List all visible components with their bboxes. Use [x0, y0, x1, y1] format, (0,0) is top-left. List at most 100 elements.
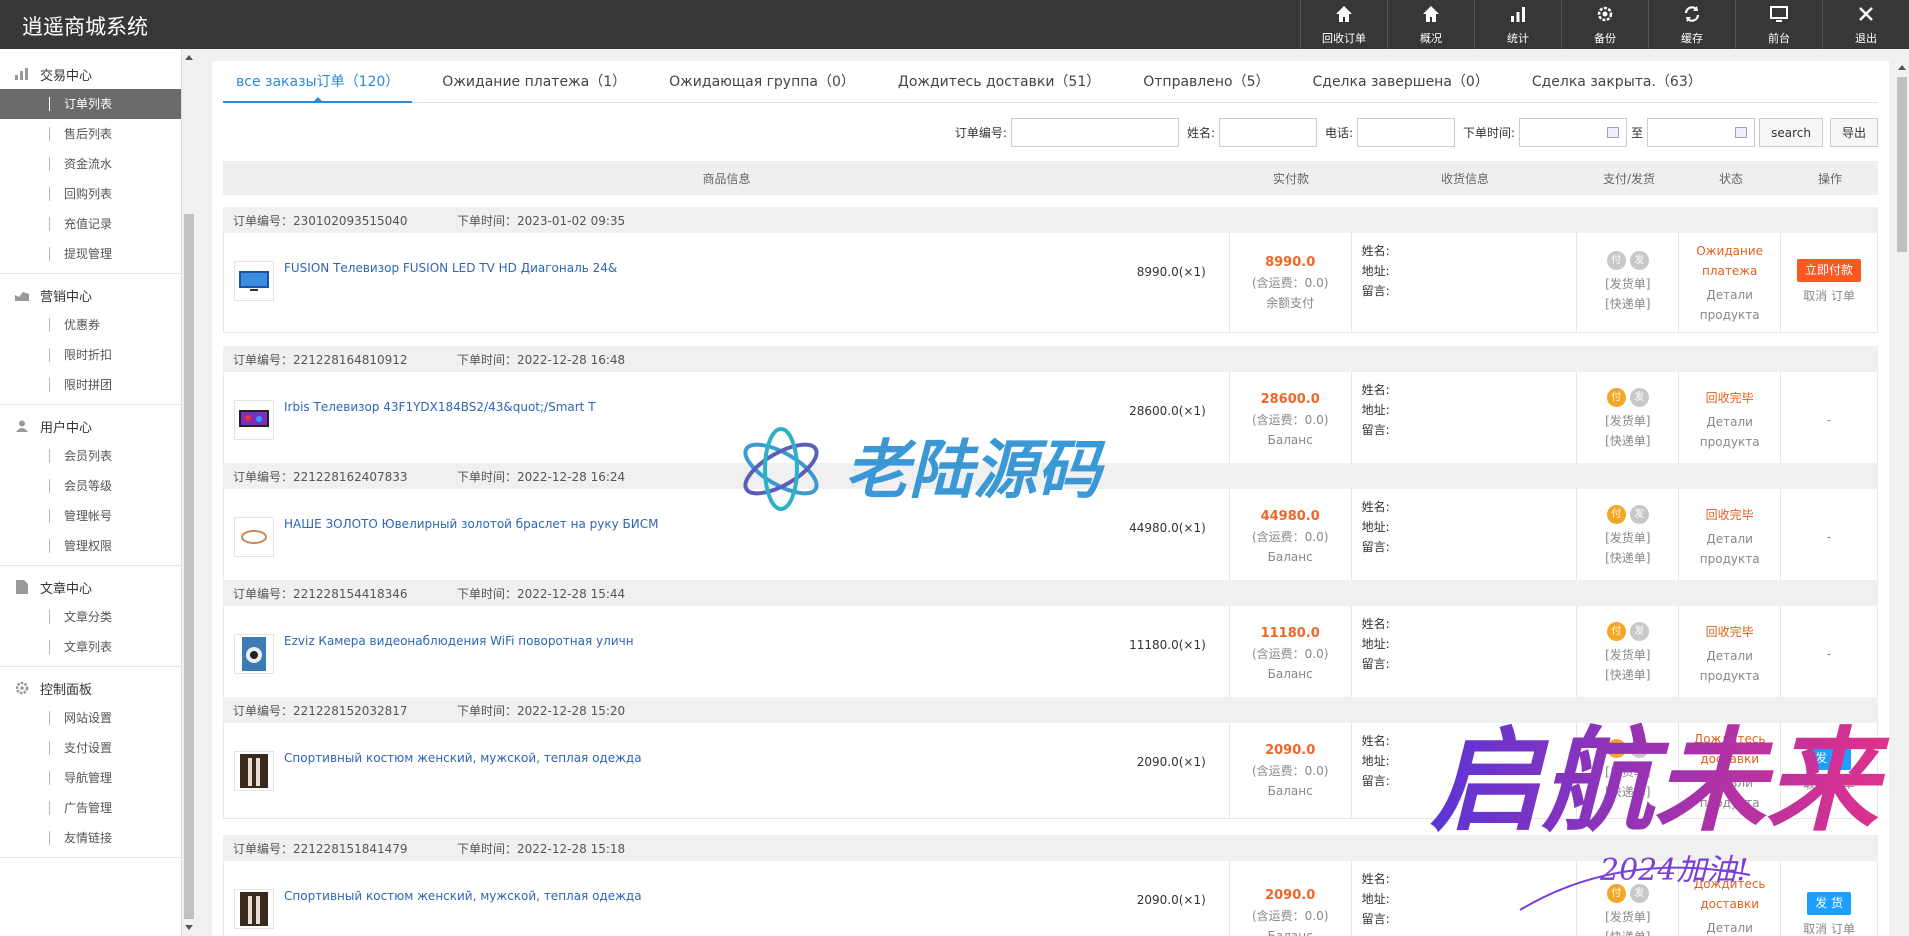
- product-thumbnail[interactable]: [234, 889, 274, 929]
- product-name-link[interactable]: Спортивный костюм женский, мужской, тепл…: [284, 751, 642, 765]
- status-cell: 回收完毕 Детали продукта: [1679, 372, 1782, 467]
- sidebar-item[interactable]: 会员列表: [0, 441, 181, 471]
- topnav-item-4[interactable]: 缓存: [1648, 0, 1735, 49]
- sidebar-item[interactable]: 资金流水: [0, 149, 181, 179]
- sidebar-group-header[interactable]: 交易中心: [0, 59, 181, 89]
- calendar-icon[interactable]: [1735, 127, 1748, 138]
- tab-0[interactable]: все заказы订单（120）: [223, 61, 413, 103]
- order-no-label: 订单编号:: [954, 126, 1007, 140]
- express-bill-link[interactable]: [快递单]: [1605, 431, 1650, 451]
- product-thumbnail[interactable]: [234, 751, 274, 791]
- tab-2[interactable]: Ожидающая группа（0）: [656, 61, 868, 103]
- product-price-qty: 2090.0(×1): [1136, 893, 1206, 907]
- phone-input[interactable]: [1357, 118, 1456, 147]
- app-title: 逍遥商城系统: [22, 15, 148, 39]
- sidebar-group-header[interactable]: 用户中心: [0, 411, 181, 441]
- sidebar-item[interactable]: 文章分类: [0, 602, 181, 632]
- sidebar-group-header[interactable]: 控制面板: [0, 673, 181, 703]
- product-thumbnail[interactable]: [234, 400, 274, 440]
- sidebar-scroll-thumb[interactable]: [184, 214, 194, 919]
- sidebar-item[interactable]: 订单列表: [0, 89, 181, 119]
- sidebar-group-title: 文章中心: [40, 581, 93, 597]
- product-thumbnail[interactable]: [234, 517, 274, 557]
- product-name-link[interactable]: Ezviz Камера видеонаблюдения WiFi поворо…: [284, 634, 634, 648]
- tab-1[interactable]: Ожидание платежа（1）: [429, 61, 639, 103]
- sidebar-item[interactable]: 会员等级: [0, 471, 181, 501]
- main-scroll-thumb[interactable]: [1897, 77, 1907, 252]
- export-button[interactable]: 导出: [1829, 118, 1878, 147]
- sidebar-group-header[interactable]: 文章中心: [0, 572, 181, 602]
- sidebar-item[interactable]: 网站设置: [0, 703, 181, 733]
- tab-3[interactable]: Дождитесь доставки（51）: [885, 61, 1113, 103]
- ship-bill-link[interactable]: [发货单]: [1605, 645, 1650, 665]
- ship-bill-link[interactable]: [发货单]: [1605, 411, 1650, 431]
- tab-6[interactable]: Сделка закрыта.（63）: [1519, 61, 1715, 103]
- search-button[interactable]: search: [1759, 118, 1823, 147]
- topnav-item-5[interactable]: 前台: [1735, 0, 1822, 49]
- receiver-cell: 姓名: 地址: 留言:: [1352, 233, 1578, 332]
- sidebar-item[interactable]: 支付设置: [0, 733, 181, 763]
- pay-now-button[interactable]: 立即付款: [1797, 259, 1862, 282]
- tab-4[interactable]: Отправлено（5）: [1130, 61, 1282, 103]
- topnav-item-6[interactable]: 退出: [1822, 0, 1909, 49]
- ship-bill-link[interactable]: [发货单]: [1605, 528, 1650, 548]
- ship-bill-link[interactable]: [发货单]: [1605, 274, 1650, 294]
- product-name-link[interactable]: Irbis Телевизор 43F1YDX184BS2/43&quot;/S…: [284, 400, 596, 414]
- product-detail-link[interactable]: Детали продукта: [1695, 529, 1765, 569]
- document-icon: [14, 580, 30, 594]
- topnav-item-2[interactable]: 统计: [1474, 0, 1561, 49]
- sidebar-item[interactable]: 提现管理: [0, 239, 181, 269]
- main-scrollbar[interactable]: [1895, 61, 1909, 936]
- product-name-link[interactable]: Спортивный костюм женский, мужской, тепл…: [284, 889, 642, 903]
- sidebar-item[interactable]: 优惠券: [0, 310, 181, 340]
- sidebar-item[interactable]: 文章列表: [0, 632, 181, 662]
- product-detail-link[interactable]: Детали продукта: [1695, 412, 1765, 452]
- sidebar-group-header[interactable]: 营销中心: [0, 280, 181, 310]
- calendar-icon[interactable]: [1607, 127, 1620, 138]
- sidebar-item[interactable]: 管理帐号: [0, 501, 181, 531]
- express-bill-link[interactable]: [快递单]: [1605, 294, 1650, 314]
- topnav-label: 退出: [1855, 31, 1877, 45]
- scroll-up-arrow-icon[interactable]: [1898, 65, 1906, 70]
- sidebar-item[interactable]: 充值记录: [0, 209, 181, 239]
- freight-note: (含运费：0.0): [1251, 908, 1329, 923]
- status-cell: Ожидание платежа Детали продукта: [1679, 233, 1782, 332]
- product-thumbnail[interactable]: [234, 261, 274, 301]
- topnav-item-3[interactable]: 备份: [1561, 0, 1648, 49]
- sidebar-item[interactable]: 限时折扣: [0, 340, 181, 370]
- express-bill-link[interactable]: [快递单]: [1605, 927, 1650, 936]
- sidebar-item[interactable]: 回购列表: [0, 179, 181, 209]
- sidebar-group-title: 用户中心: [40, 420, 93, 436]
- topnav-item-0[interactable]: 回收订单: [1300, 0, 1387, 49]
- sidebar-group: 营销中心 优惠券 限时折扣 限时拼团: [0, 280, 181, 405]
- product-thumbnail[interactable]: [234, 634, 274, 674]
- express-bill-link[interactable]: [快递单]: [1605, 548, 1650, 568]
- product-detail-link[interactable]: Детали продукта: [1695, 285, 1765, 325]
- top-bar: 逍遥商城系统 回收订单 概况 统计 备份 缓存 前台 退出: [0, 0, 1909, 49]
- sidebar-item[interactable]: 售后列表: [0, 119, 181, 149]
- sidebar-item[interactable]: 管理权限: [0, 531, 181, 561]
- paid-badge: 付: [1606, 251, 1626, 270]
- receiver-address: 地址:: [1361, 637, 1390, 651]
- order-no-input[interactable]: [1010, 118, 1179, 147]
- cancel-order-link[interactable]: 取消 订单: [1803, 286, 1855, 306]
- scroll-down-arrow-icon[interactable]: [185, 925, 193, 930]
- name-input[interactable]: [1219, 118, 1317, 147]
- shipped-badge: 发: [1629, 505, 1649, 524]
- order-number: 订单编号：230102093515040: [233, 213, 408, 228]
- filter-bar: 订单编号: 姓名: 电话: 下单时间: 至 search 导出: [955, 118, 1878, 147]
- divider: [0, 565, 181, 566]
- sidebar-item[interactable]: 限时拼团: [0, 370, 181, 400]
- sidebar-scrollbar[interactable]: [182, 49, 196, 936]
- topnav-item-1[interactable]: 概况: [1387, 0, 1474, 49]
- sidebar-item[interactable]: 导航管理: [0, 763, 181, 793]
- product-name-link[interactable]: FUSION Телевизор FUSION LED TV HD Диагон…: [284, 261, 617, 275]
- product-name-link[interactable]: НАШЕ ЗОЛОТО Ювелирный золотой браслет на…: [284, 517, 658, 531]
- freight-note: (含运费：0.0): [1251, 763, 1329, 778]
- scroll-up-arrow-icon[interactable]: [185, 55, 193, 60]
- sidebar-item[interactable]: 友情链接: [0, 823, 181, 853]
- home-icon: [1334, 4, 1354, 30]
- sidebar-item[interactable]: 广告管理: [0, 793, 181, 823]
- tab-5[interactable]: Сделка завершена（0）: [1299, 61, 1501, 103]
- topnav-label: 前台: [1768, 31, 1790, 45]
